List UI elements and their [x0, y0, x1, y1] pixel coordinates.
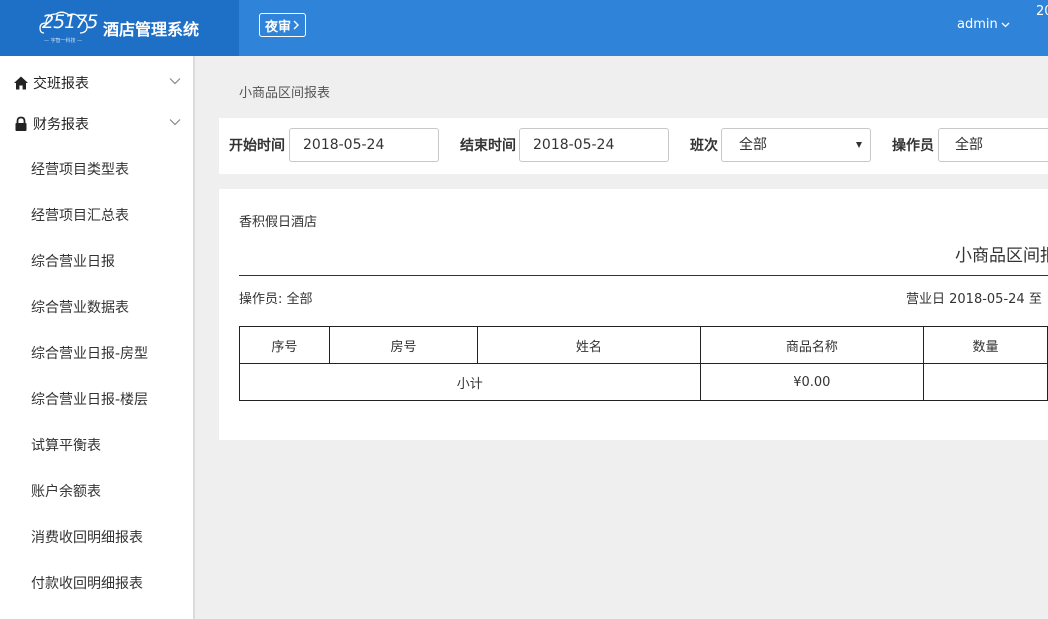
app-title: 酒店管理系统	[103, 20, 200, 39]
sidebar-item-label: 账户余额表	[31, 484, 101, 500]
chevron-down-icon	[169, 119, 181, 126]
sidebar-item-label: 消费收回明细报表	[31, 530, 143, 546]
sidebar-item-business-type[interactable]: 经营项目类型表	[0, 148, 195, 188]
logo: 25175 — 宇智一科技 —	[38, 9, 98, 47]
chevron-down-icon	[1001, 22, 1010, 27]
brand-area: 25175 — 宇智一科技 — 酒店管理系统	[0, 0, 239, 56]
report-panel	[219, 189, 1048, 440]
sidebar-item-payment-detail[interactable]: 付款收回明细报表	[0, 562, 195, 602]
sidebar-group-finance-reports[interactable]: 财务报表	[0, 103, 195, 143]
sidebar-item-label: 综合营业日报-房型	[31, 346, 149, 362]
shift-select[interactable]: 全部	[721, 128, 871, 162]
sidebar-item-trial-balance[interactable]: 试算平衡表	[0, 424, 195, 464]
subtotal-quantity	[923, 363, 1048, 401]
end-date-label: 结束时间	[460, 138, 516, 154]
dropdown-arrow-icon	[856, 142, 862, 148]
title-divider	[239, 275, 1048, 276]
chevron-right-icon	[293, 20, 300, 30]
breadcrumb: 小商品区间报表	[239, 86, 331, 101]
table-header-row: 序号 房号 姓名 商品名称 数量	[239, 326, 1048, 364]
sidebar-item-label: 试算平衡表	[31, 438, 101, 454]
sidebar-item-consumption-detail[interactable]: 消费收回明细报表	[0, 516, 195, 556]
report-business-date: 营业日 2018-05-24 至	[906, 292, 1042, 307]
sidebar-group-label: 交班报表	[33, 76, 89, 92]
shift-select-value: 全部	[739, 137, 767, 153]
operator-label: 操作员	[892, 138, 934, 154]
user-name: admin	[957, 17, 998, 32]
sidebar-item-label: 综合营业数据表	[31, 300, 129, 316]
column-header: 商品名称	[699, 326, 925, 364]
column-header: 姓名	[477, 326, 701, 364]
sidebar-item-label: 综合营业日报-楼层	[31, 392, 149, 408]
subtotal-amount: ¥0.00	[699, 363, 925, 401]
sidebar: 交班报表 财务报表 经营项目类型表 经营项目汇总表 综合营业日报 综合营业数据表…	[0, 56, 195, 619]
sidebar-item-daily-report[interactable]: 综合营业日报	[0, 240, 195, 280]
sidebar-item-daily-room-type[interactable]: 综合营业日报-房型	[0, 332, 195, 372]
sidebar-group-shift-reports[interactable]: 交班报表	[0, 62, 195, 102]
sidebar-item-account-balance[interactable]: 账户余额表	[0, 470, 195, 510]
logo-number: 25175	[42, 11, 98, 33]
hotel-name: 香积假日酒店	[239, 215, 318, 230]
lock-icon	[15, 116, 27, 131]
shift-label: 班次	[690, 138, 718, 154]
user-menu[interactable]: admin	[957, 17, 1010, 32]
clock-fragment: 20	[1036, 4, 1048, 19]
home-icon	[14, 76, 28, 90]
column-header: 房号	[328, 326, 479, 364]
sidebar-item-daily-floor[interactable]: 综合营业日报-楼层	[0, 378, 195, 418]
sidebar-item-label: 经营项目类型表	[31, 162, 129, 178]
night-audit-button[interactable]: 夜审	[259, 13, 307, 37]
sidebar-item-business-data[interactable]: 综合营业数据表	[0, 286, 195, 326]
night-audit-label: 夜审	[265, 19, 292, 35]
report-operator: 操作员: 全部	[239, 292, 313, 307]
sidebar-item-label: 经营项目汇总表	[31, 208, 129, 224]
column-header: 序号	[239, 326, 330, 364]
sidebar-item-business-summary[interactable]: 经营项目汇总表	[0, 194, 195, 234]
column-header: 数量	[923, 326, 1048, 364]
chevron-down-icon	[169, 78, 181, 85]
sidebar-group-label: 财务报表	[33, 117, 89, 133]
start-date-input[interactable]: 2018-05-24	[289, 128, 439, 162]
subtotal-row: 小计 ¥0.00	[239, 363, 1048, 401]
sidebar-item-label: 付款收回明细报表	[31, 576, 143, 592]
end-date-input[interactable]: 2018-05-24	[519, 128, 669, 162]
top-header: 25175 — 宇智一科技 — 酒店管理系统 夜审 admin 20	[0, 0, 1048, 56]
operator-select[interactable]: 全部	[938, 128, 1048, 162]
start-date-label: 开始时间	[229, 138, 285, 154]
report-title: 小商品区间报表	[955, 246, 1048, 266]
report-table: 序号 房号 姓名 商品名称 数量 小计 ¥0.00	[239, 326, 1048, 401]
logo-tagline: — 宇智一科技 —	[44, 38, 83, 44]
sidebar-item-label: 综合营业日报	[31, 254, 115, 270]
subtotal-label: 小计	[239, 363, 701, 401]
